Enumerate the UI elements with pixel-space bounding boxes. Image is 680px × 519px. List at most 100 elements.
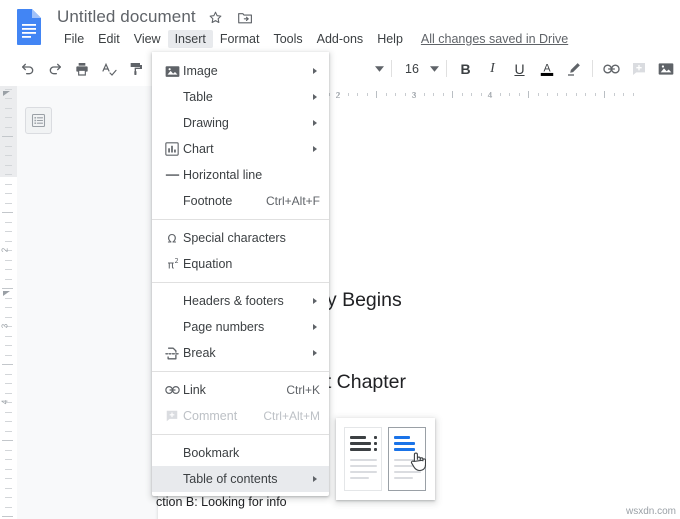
ruler-tick xyxy=(5,345,12,346)
menu-item-label: Image xyxy=(183,64,218,78)
menu-item-image[interactable]: Image xyxy=(152,58,329,84)
menu-item-footnote[interactable]: Footnote Ctrl+Alt+F xyxy=(152,188,329,214)
font-chevron-down-icon[interactable] xyxy=(372,55,386,82)
ruler-tick xyxy=(2,212,13,213)
bold-button[interactable]: B xyxy=(452,55,479,82)
insert-link-icon[interactable] xyxy=(598,55,625,82)
menu-item-label: Equation xyxy=(183,257,233,271)
toc-option-with-blue-links[interactable] xyxy=(388,427,427,491)
ruler-tick xyxy=(2,136,13,137)
menu-item-table-of-contents[interactable]: Table of contents xyxy=(152,466,329,492)
top-margin-marker[interactable] xyxy=(3,91,12,98)
menu-insert[interactable]: Insert xyxy=(167,29,213,48)
submenu-arrow-icon xyxy=(307,94,329,100)
ruler-tick xyxy=(5,240,12,242)
ruler-tick xyxy=(5,373,12,375)
ruler-number: 2 xyxy=(0,247,10,253)
menu-item-table[interactable]: Table xyxy=(152,84,329,110)
ruler-tick xyxy=(5,449,12,451)
underline-button[interactable]: U xyxy=(506,55,533,82)
menu-item-label: Break xyxy=(183,346,216,360)
ruler-tick xyxy=(5,174,12,175)
ruler-tick xyxy=(5,145,12,147)
page-break-icon xyxy=(161,344,183,362)
menu-item-label: Horizontal line xyxy=(183,168,263,182)
menu-item-comment[interactable]: Comment Ctrl+Alt+M xyxy=(152,403,329,429)
font-size-chevron-down-icon[interactable] xyxy=(427,55,441,82)
menu-item-icon-placeholder xyxy=(161,114,183,132)
ruler-tick xyxy=(499,93,501,96)
menu-item-special-characters[interactable]: Ω Special characters xyxy=(152,225,329,251)
menu-item-icon-placeholder xyxy=(161,192,183,210)
print-icon[interactable] xyxy=(68,55,95,82)
italic-button[interactable]: I xyxy=(479,55,506,82)
menu-item-break[interactable]: Break xyxy=(152,340,329,366)
insert-dropdown-menu[interactable]: Image Table Drawing Chart Horizontal line Foo… xyxy=(152,52,329,496)
ruler-number: 4 xyxy=(0,399,10,405)
highlight-pen-icon[interactable] xyxy=(560,55,587,82)
undo-icon[interactable] xyxy=(14,55,41,82)
ruler-tick xyxy=(2,516,13,517)
menu-item-label: Headers & footers xyxy=(183,294,284,308)
menu-addons[interactable]: Add-ons xyxy=(310,30,371,48)
ruler-tick xyxy=(2,440,13,441)
font-size-value[interactable]: 16 xyxy=(397,62,427,76)
menu-tools[interactable]: Tools xyxy=(266,30,309,48)
document-title[interactable]: Untitled document xyxy=(57,7,196,27)
font-size-stepper[interactable]: 16 xyxy=(397,55,441,82)
ruler-tick xyxy=(5,202,12,204)
ruler-tick xyxy=(404,93,406,96)
ruler-tick xyxy=(5,506,12,508)
move-to-folder-icon[interactable] xyxy=(236,8,254,26)
insert-image-icon[interactable] xyxy=(652,55,679,82)
ruler-tick xyxy=(5,164,12,166)
ruler-tick xyxy=(594,93,596,96)
menu-item-equation[interactable]: π 2 Equation xyxy=(152,251,329,277)
menu-item-label: Footnote xyxy=(183,194,233,208)
menu-item-label: Table xyxy=(183,90,213,104)
menu-item-bookmark[interactable]: Bookmark xyxy=(152,440,329,466)
menu-edit[interactable]: Edit xyxy=(91,30,127,48)
star-icon[interactable] xyxy=(207,8,225,26)
menu-item-label: Comment xyxy=(183,409,238,423)
table-of-contents-submenu[interactable] xyxy=(336,418,435,500)
menu-item-page-numbers[interactable]: Page numbers xyxy=(152,314,329,340)
ruler-tick xyxy=(480,93,482,96)
paint-format-icon[interactable] xyxy=(122,55,149,82)
menu-file[interactable]: File xyxy=(57,30,91,48)
ruler-tick xyxy=(5,269,12,270)
save-status[interactable]: All changes saved in Drive xyxy=(421,32,568,46)
horizontal-line-icon xyxy=(161,166,183,184)
menu-item-icon-placeholder xyxy=(161,292,183,310)
document-outline-icon[interactable] xyxy=(25,107,52,134)
add-comment-icon[interactable] xyxy=(625,55,652,82)
ruler-tick xyxy=(5,468,12,470)
ruler-tick xyxy=(471,93,472,96)
redo-icon[interactable] xyxy=(41,55,68,82)
text-color-button[interactable]: A xyxy=(533,55,560,82)
ruler-tick xyxy=(5,459,12,460)
menu-format[interactable]: Format xyxy=(213,30,267,48)
ruler-number: 3 xyxy=(0,323,10,329)
toolbar-left-group xyxy=(14,52,174,85)
google-docs-icon[interactable] xyxy=(14,8,44,46)
menu-item-headers-footers[interactable]: Headers & footers xyxy=(152,288,329,314)
menu-item-drawing[interactable]: Drawing xyxy=(152,110,329,136)
menu-help[interactable]: Help xyxy=(370,30,410,48)
ruler-tick xyxy=(5,88,12,90)
menu-view[interactable]: View xyxy=(127,30,168,48)
toc-option-with-page-numbers[interactable] xyxy=(344,427,382,491)
menu-item-horizontal-line[interactable]: Horizontal line xyxy=(152,162,329,188)
svg-text:Ω: Ω xyxy=(168,231,177,245)
menu-item-link[interactable]: Link Ctrl+K xyxy=(152,377,329,403)
menu-item-chart[interactable]: Chart xyxy=(152,136,329,162)
chart-icon xyxy=(161,140,183,158)
menu-divider xyxy=(152,371,329,372)
ruler-tick xyxy=(547,93,548,96)
spellcheck-icon[interactable] xyxy=(95,55,122,82)
vertical-ruler[interactable]: 2 3 4 xyxy=(0,86,17,519)
ruler-tick xyxy=(5,392,12,394)
menu-item-label: Table of contents xyxy=(183,472,278,486)
comment-icon xyxy=(161,407,183,425)
toolbar-divider xyxy=(446,60,447,77)
